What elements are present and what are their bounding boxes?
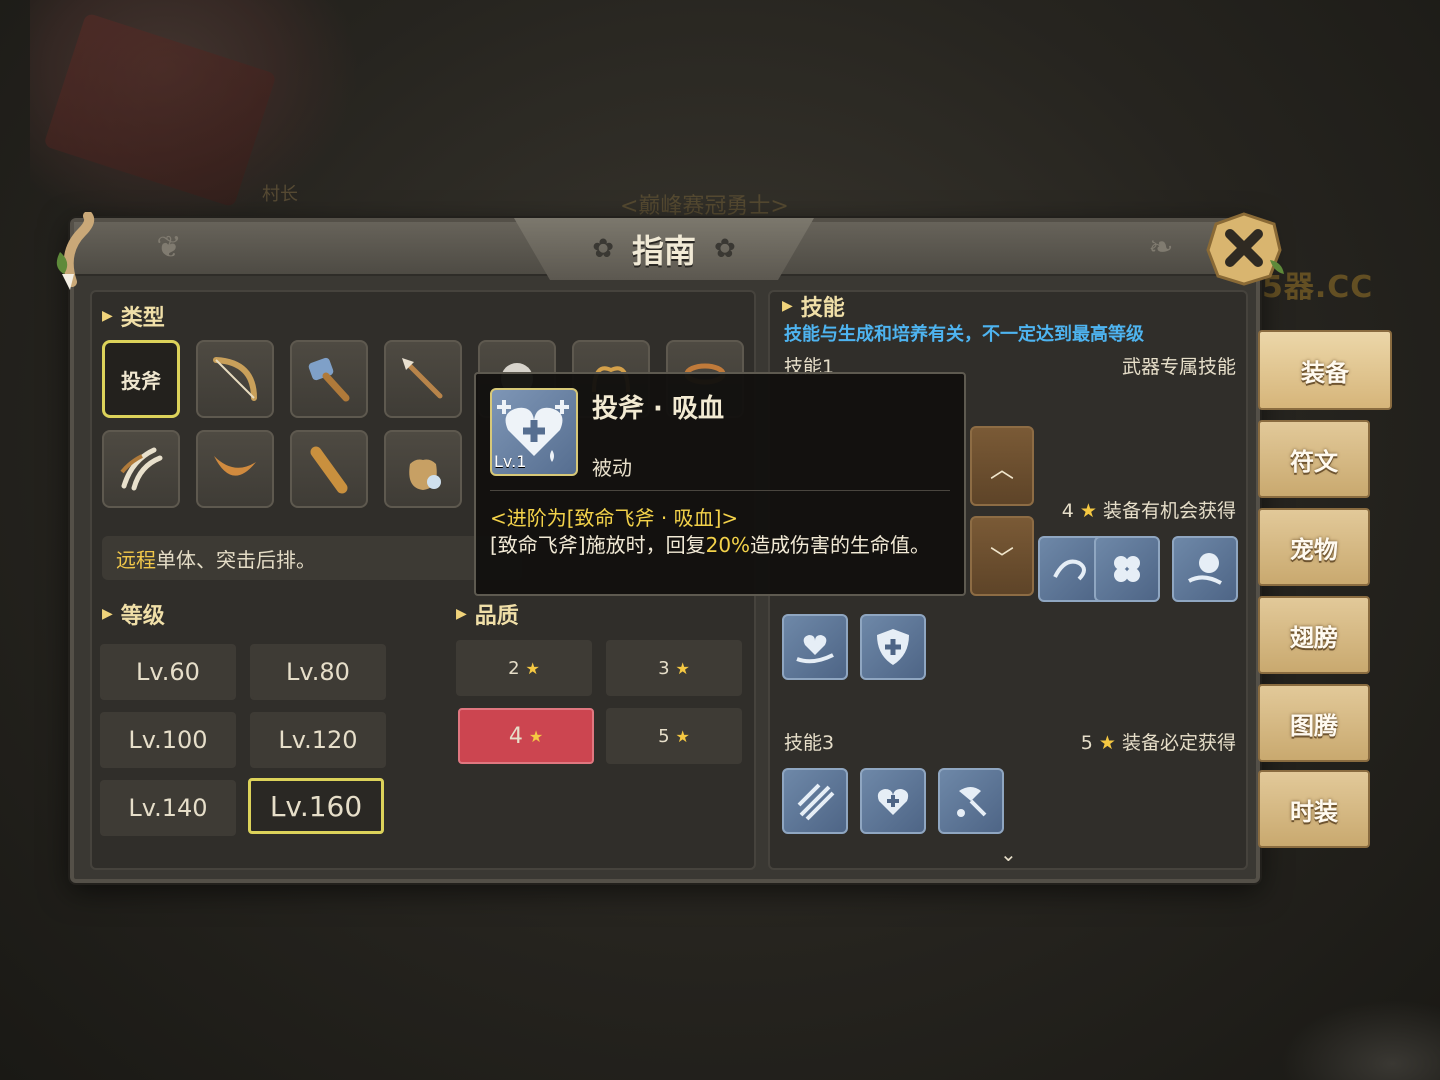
close-button[interactable] <box>1204 210 1284 286</box>
skill-tooltip: Lv.1 投斧 · 吸血 被动 <进阶为[致命飞斧 · 吸血]> [致命飞斧]施… <box>474 372 966 596</box>
swirl-ornament-icon: ❦ <box>156 230 182 265</box>
tooltip-level: Lv.1 <box>494 452 527 471</box>
quality-value: 5 <box>658 725 670 747</box>
bag-icon <box>409 459 441 490</box>
triangle-icon: ▶ <box>102 308 113 324</box>
level-heading: ▶ 等级 <box>102 598 165 630</box>
club-icon <box>310 446 348 494</box>
level-60-button[interactable]: Lv.60 <box>100 644 236 700</box>
claw-icon <box>120 447 163 491</box>
type-bow[interactable] <box>196 340 274 418</box>
tooltip-effect: [致命飞斧]施放时，回复20%造成伤害的生命值。 <box>490 530 946 560</box>
type-heading-label: 类型 <box>120 306 165 331</box>
quality-5-button[interactable]: 5 ★ <box>606 708 742 764</box>
player-title: <巅峰赛冠勇士> <box>620 194 789 219</box>
swirl-ornament-icon: ❧ <box>1148 230 1174 265</box>
tooltip-divider <box>490 490 950 491</box>
scroll-down-icon[interactable]: ⌄ <box>1000 842 1017 866</box>
effect-pct: 20% <box>705 533 751 557</box>
level-100-button[interactable]: Lv.100 <box>100 712 236 768</box>
effect-pre: [致命飞斧]施放时，回复 <box>490 533 706 557</box>
skill-lifesteal-icon[interactable] <box>860 768 926 834</box>
tooltip-skill-kind: 被动 <box>592 456 632 480</box>
hammer-icon <box>308 357 350 402</box>
skill-hint: 技能与生成和培养有关，不一定达到最高等级 <box>784 324 1144 345</box>
star-icon: ★ <box>528 726 544 746</box>
tab-totem[interactable]: 图腾 <box>1258 684 1370 762</box>
ornament-icon: ✿ <box>714 234 736 264</box>
description-text: 单体、突击后排。 <box>156 547 316 572</box>
skill3-stars: 5 <box>1080 732 1093 754</box>
boomerang-icon <box>214 456 256 476</box>
tooltip-skill-name: 投斧 · 吸血 <box>592 394 724 424</box>
star-icon: ★ <box>675 726 690 746</box>
tooltip-down-button[interactable]: ﹀ <box>970 516 1034 596</box>
tooltip-up-button[interactable]: ︿ <box>970 426 1034 506</box>
skill-heart-hand-icon[interactable] <box>782 614 848 680</box>
star-icon: ★ <box>1079 500 1097 522</box>
description-highlight: 远程 <box>116 547 156 572</box>
star-icon: ★ <box>1098 732 1116 754</box>
skill-axe-drip-icon[interactable] <box>938 768 1004 834</box>
quality-2-button[interactable]: 2 ★ <box>456 640 592 696</box>
type-hammer[interactable] <box>290 340 368 418</box>
level-120-button[interactable]: Lv.120 <box>250 712 386 768</box>
type-throwing-axe-label: 投斧 <box>121 368 161 393</box>
type-club[interactable] <box>290 430 368 508</box>
leaf-corner-icon <box>56 212 95 290</box>
type-description: 远程 单体、突击后排。 <box>102 536 522 580</box>
tab-equipment[interactable]: 装备 <box>1258 330 1392 410</box>
effect-post: 造成伤害的生命值。 <box>750 533 931 557</box>
tab-pets[interactable]: 宠物 <box>1258 508 1370 586</box>
skill2-note: 4 ★ 装备有机会获得 <box>1062 496 1236 523</box>
skill-spirit-icon[interactable] <box>1172 536 1238 602</box>
type-bag[interactable] <box>384 430 462 508</box>
tab-fashion[interactable]: 时装 <box>1258 770 1370 848</box>
level-160-button[interactable]: Lv.160 <box>248 778 384 834</box>
bow-icon <box>213 357 257 401</box>
tab-wings[interactable]: 翅膀 <box>1258 596 1370 674</box>
triangle-icon: ▶ <box>782 298 793 314</box>
tab-runes[interactable]: 符文 <box>1258 420 1370 498</box>
skill-shield-icon[interactable] <box>860 614 926 680</box>
tooltip-upgrade: <进阶为[致命飞斧 · 吸血]> <box>490 506 739 530</box>
ornament-icon: ✿ <box>592 234 614 264</box>
npc-name: 村长 <box>262 184 298 205</box>
type-claw[interactable] <box>102 430 180 508</box>
quality-4-button[interactable]: 4 ★ <box>458 708 594 764</box>
type-spear[interactable] <box>384 340 462 418</box>
quality-value: 4 <box>508 723 523 749</box>
skill-heading: ▶ 技能 <box>782 290 845 322</box>
title-plate: ✿ 指南 ✿ <box>514 218 814 280</box>
type-boomerang[interactable] <box>196 430 274 508</box>
level-80-button[interactable]: Lv.80 <box>250 644 386 700</box>
skill-heading-label: 技能 <box>800 296 845 321</box>
skill2-stars: 4 <box>1061 500 1074 522</box>
skill-clover-icon[interactable] <box>1094 536 1160 602</box>
star-icon: ★ <box>525 658 540 678</box>
type-throwing-axe[interactable]: 投斧 <box>102 340 180 418</box>
skill3-note-text: 装备必定获得 <box>1121 732 1236 754</box>
skill2-note-text: 装备有机会获得 <box>1102 500 1236 522</box>
skill-slash-icon[interactable] <box>782 768 848 834</box>
quality-value: 3 <box>658 657 670 679</box>
triangle-icon: ▶ <box>102 606 113 622</box>
spear-icon <box>402 358 443 399</box>
chevron-up-icon: ︿ <box>990 454 1014 483</box>
quality-value: 2 <box>508 657 520 679</box>
skill3-note: 5 ★ 装备必定获得 <box>1081 728 1236 755</box>
level-140-button[interactable]: Lv.140 <box>100 780 236 836</box>
quality-heading-label: 品质 <box>474 604 519 629</box>
type-heading: ▶ 类型 <box>102 300 165 332</box>
level-heading-label: 等级 <box>120 604 165 629</box>
skill1-note: 武器专属技能 <box>1121 356 1236 378</box>
triangle-icon: ▶ <box>456 606 467 622</box>
background-rock <box>1280 1000 1440 1080</box>
skill3-label: 技能3 <box>784 732 835 754</box>
page-title: 指南 <box>631 232 696 270</box>
quality-3-button[interactable]: 3 ★ <box>606 640 742 696</box>
star-icon: ★ <box>675 658 690 678</box>
quality-heading: ▶ 品质 <box>456 598 519 630</box>
chevron-down-icon: ﹀ <box>990 544 1014 573</box>
